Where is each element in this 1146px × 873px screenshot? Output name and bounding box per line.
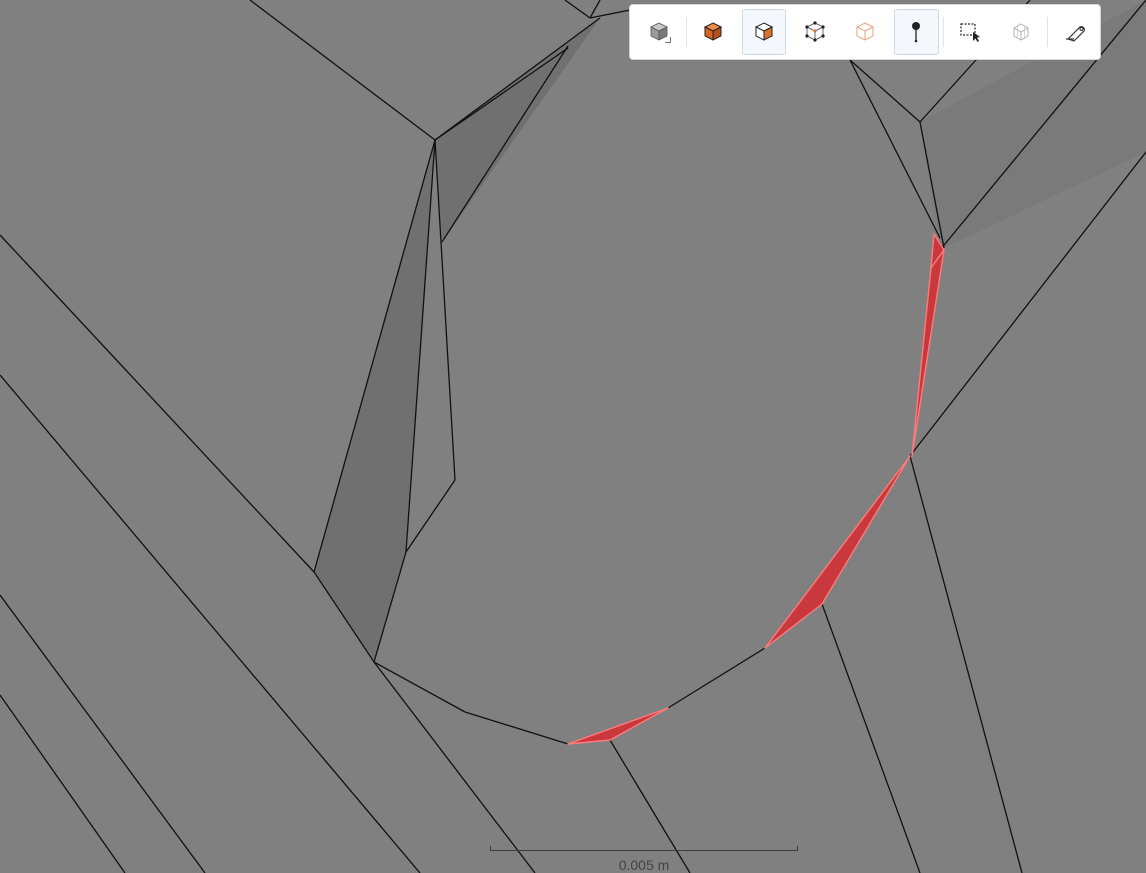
scale-bar-label: 0.005 m (618, 857, 670, 873)
orange-face-cube-icon (754, 22, 774, 41)
box-select-icon (960, 23, 981, 42)
select-body-button[interactable] (691, 9, 736, 55)
solid-orange-cube-icon (704, 22, 723, 41)
box-select-button[interactable] (948, 9, 993, 55)
view-mode-button[interactable] (637, 9, 682, 55)
wireframe-cube-icon (856, 22, 874, 41)
scale-bar: 0.005 m (490, 846, 798, 873)
selection-toolbar (629, 4, 1101, 60)
submenu-corner-icon (664, 37, 671, 43)
vertex-cube-icon (805, 21, 825, 42)
mesh-select-button[interactable] (998, 9, 1043, 55)
mesh-cube-icon (1013, 23, 1029, 41)
scale-bar-line (490, 846, 798, 851)
select-point-button[interactable] (893, 9, 939, 55)
select-edge-button[interactable] (843, 9, 888, 55)
toolbar-separator (942, 17, 944, 47)
select-vertex-button[interactable] (792, 9, 837, 55)
measure-button[interactable] (1052, 9, 1097, 55)
measure-tape-icon (1065, 26, 1085, 42)
select-face-button[interactable] (741, 9, 787, 55)
pin-icon (912, 22, 921, 43)
toolbar-separator (1047, 17, 1049, 47)
toolbar-separator (685, 17, 687, 47)
3d-viewport[interactable] (0, 0, 1146, 873)
